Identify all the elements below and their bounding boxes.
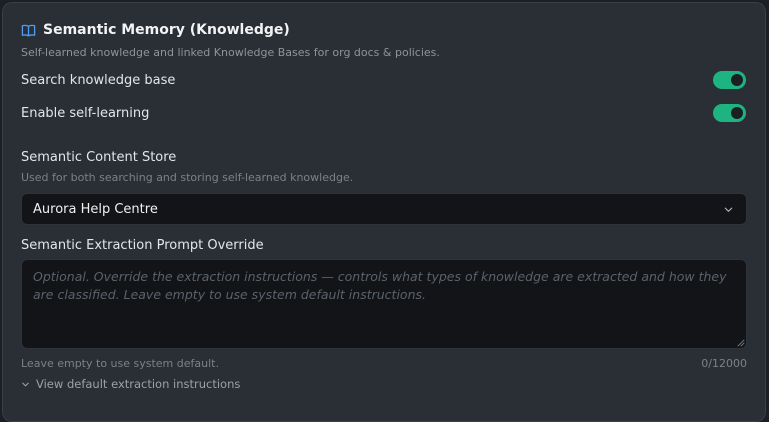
section-title: Semantic Memory (Knowledge) [43,22,290,38]
content-store-label: Semantic Content Store [21,150,177,165]
book-open-icon [21,24,36,36]
toggle-label-search-kb: Search knowledge base [21,72,176,88]
toggle-label-self-learning: Enable self-learning [21,105,150,121]
content-store-helper: Used for both searching and storing self… [21,171,354,184]
section-header: Semantic Memory (Knowledge) [21,22,290,38]
content-store-select[interactable]: Aurora Help Centre [21,193,747,225]
view-default-instructions-toggle[interactable]: View default extraction instructions [21,377,240,391]
char-counter: 0/12000 [701,357,747,370]
content-store-selected-value: Aurora Help Centre [33,201,158,217]
prompt-override-textarea[interactable] [21,259,747,349]
view-default-instructions-label: View default extraction instructions [36,377,241,391]
chevron-down-icon [724,207,733,212]
prompt-override-footer: Leave empty to use system default. 0/120… [21,357,747,370]
toggle-knob [731,74,743,86]
search-kb-toggle[interactable] [713,71,746,89]
chevron-down-icon [22,382,29,386]
toggle-row-search-kb: Search knowledge base [21,69,746,91]
toggle-row-self-learning: Enable self-learning [21,102,746,124]
section-subtitle: Self-learned knowledge and linked Knowle… [21,46,440,59]
toggle-knob [731,107,743,119]
resize-grip-icon[interactable] [737,339,745,347]
self-learning-toggle[interactable] [713,104,746,122]
prompt-override-label: Semantic Extraction Prompt Override [21,238,264,253]
prompt-override-hint: Leave empty to use system default. [21,357,219,370]
